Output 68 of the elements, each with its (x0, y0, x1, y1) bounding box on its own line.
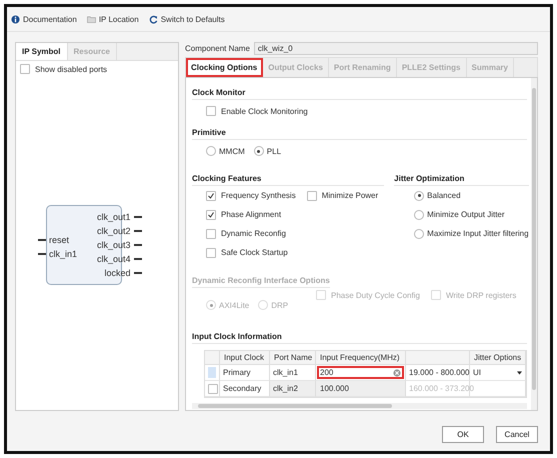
checkbox[interactable] (20, 64, 30, 74)
radio-label: Maximize Input Jitter filtering (427, 229, 529, 238)
radio-label: Minimize Output Jitter (427, 210, 505, 219)
section-title: Clock Monitor (192, 82, 527, 100)
port-label: locked (104, 268, 131, 278)
radio-label: DRP (271, 300, 288, 310)
dialog-button[interactable]: OK (442, 426, 484, 443)
port-label: clk_out1 (97, 212, 131, 222)
folder-icon (86, 14, 96, 24)
vertical-scrollbar[interactable] (531, 78, 537, 410)
checkbox-label: Minimize Power (322, 191, 378, 200)
field-label: Component Name (185, 44, 250, 53)
frequency-field[interactable]: 200 (319, 368, 402, 377)
radio-button[interactable] (414, 210, 424, 220)
toolbar-link[interactable]: Switch to Defaults (148, 14, 225, 24)
radio-button[interactable] (414, 228, 424, 238)
radio-label: AXI4Lite (219, 300, 250, 310)
checkbox[interactable] (206, 210, 216, 220)
section-title: Dynamic Reconfig Interface Options (192, 270, 330, 288)
section-title: Primitive (192, 122, 527, 140)
radio-button[interactable] (414, 190, 424, 200)
checkbox-label: Dynamic Reconfig (221, 229, 286, 238)
table-cell: Primary (220, 365, 270, 381)
column-header: Input Clock (220, 351, 270, 365)
jitter-dropdown[interactable]: UI (473, 368, 522, 377)
port-label: clk_out4 (97, 254, 131, 264)
checkbox[interactable] (206, 106, 216, 116)
section-title: Input Clock Information (192, 326, 527, 344)
section-title: Clocking Features (192, 168, 384, 186)
toolbar-link[interactable]: Documentation (11, 14, 77, 24)
checkbox-label: Phase Duty Cycle Config (331, 290, 420, 300)
port-label: reset (49, 235, 70, 245)
checkbox[interactable] (206, 190, 216, 200)
panel-tab[interactable]: IP Symbol (16, 43, 68, 60)
column-header: Input Frequency(MHz) (316, 351, 406, 365)
dialog-button[interactable]: Cancel (496, 426, 538, 443)
row-selector[interactable] (208, 367, 216, 378)
caret-icon (517, 370, 522, 374)
tab[interactable]: Clocking Options (186, 58, 264, 77)
checkbox[interactable] (206, 248, 216, 258)
component-name-field[interactable]: clk_wiz_0 (254, 42, 538, 55)
radio-button[interactable] (206, 146, 216, 156)
radio-label: Balanced (427, 191, 461, 200)
horizontal-scrollbar[interactable] (192, 403, 527, 409)
refresh-icon (148, 14, 158, 24)
checkbox-label: Show disabled ports (35, 64, 108, 74)
checkbox[interactable] (306, 190, 317, 200)
port-label: clk_in1 (49, 249, 78, 259)
radio-button[interactable] (254, 146, 264, 156)
checkbox[interactable] (206, 228, 216, 238)
radio-label: PLL (266, 146, 282, 156)
section-title: Jitter Optimization (394, 168, 529, 186)
port-label: clk_out2 (97, 226, 131, 236)
scroll-thumb[interactable] (532, 88, 536, 390)
table-cell: 19.000 - 800.000 (406, 365, 470, 381)
info-icon (11, 14, 20, 24)
port-label: clk_out3 (97, 240, 131, 250)
scroll-thumb[interactable] (198, 404, 392, 408)
checkbox-label: Safe Clock Startup (221, 248, 288, 257)
radio-label: MMCM (219, 146, 245, 156)
checkbox-label: Enable Clock Monitoring (221, 106, 308, 116)
checkbox-label: Phase Alignment (221, 210, 282, 219)
column-header: Jitter Options (470, 351, 526, 365)
checkbox-label: Frequency Synthesis (221, 191, 296, 200)
column-header: Port Name (270, 351, 316, 365)
clear-icon (393, 368, 401, 376)
checkbox-label: Write DRP registers (446, 290, 516, 300)
toolbar-link[interactable]: IP Location (86, 14, 139, 24)
